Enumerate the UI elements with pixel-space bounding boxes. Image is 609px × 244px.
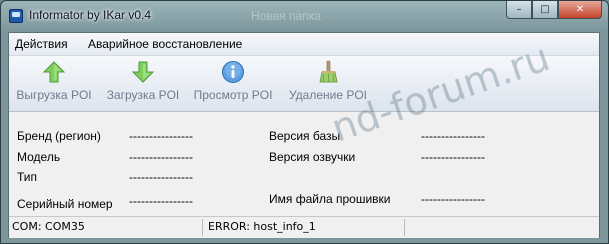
delete-poi-button[interactable]: Удаление POI <box>283 60 373 102</box>
background-window-title: Новая папка <box>251 9 321 23</box>
brand-label: Бренд (регион) <box>17 129 101 143</box>
delete-poi-label: Удаление POI <box>288 88 368 102</box>
menu-bar: Действия Аварийное восстановление <box>9 33 599 56</box>
brand-value: ---------------- <box>129 129 193 143</box>
db-version-label: Версия базы <box>269 129 341 143</box>
status-separator <box>404 219 405 236</box>
model-value: ---------------- <box>129 150 193 164</box>
export-poi-label: Выгрузка POI <box>16 88 92 102</box>
maximize-button[interactable]: □ <box>532 1 558 19</box>
firmware-file-label: Имя файла прошивки <box>269 192 391 206</box>
firmware-file-value: ---------------- <box>421 192 485 206</box>
minimize-button[interactable]: – <box>506 1 532 19</box>
import-poi-button[interactable]: Загрузка POI <box>100 60 186 102</box>
status-port: COM: COM35 <box>12 220 85 233</box>
db-version-value: ---------------- <box>421 129 485 143</box>
type-value: ---------------- <box>129 170 193 184</box>
status-separator <box>202 219 203 236</box>
title-bar[interactable]: Informator by IKar v0.4 Новая папка – □ … <box>1 1 608 31</box>
view-poi-label: Просмотр POI <box>193 88 273 102</box>
status-bar: COM: COM35 ERROR: host_info_1 <box>9 216 599 238</box>
status-error: ERROR: host_info_1 <box>208 220 316 233</box>
model-label: Модель <box>17 150 61 164</box>
export-poi-button[interactable]: Выгрузка POI <box>11 60 97 102</box>
arrow-down-icon <box>131 61 155 83</box>
voice-version-value: ---------------- <box>421 150 485 164</box>
type-label: Тип <box>17 170 38 184</box>
client-area: Действия Аварийное восстановление Выгруз… <box>8 32 600 238</box>
broom-icon <box>319 60 338 83</box>
menu-emergency-recovery[interactable]: Аварийное восстановление <box>88 37 242 51</box>
import-poi-label: Загрузка POI <box>106 88 180 102</box>
info-icon <box>222 61 244 83</box>
menu-actions[interactable]: Действия <box>15 37 68 51</box>
caption-buttons: – □ ✕ <box>506 1 602 20</box>
serial-number-value: ---------------- <box>129 194 193 208</box>
window-title: Informator by IKar v0.4 <box>29 8 152 22</box>
toolbar: Выгрузка POI Загрузка POI Просмотр POI У… <box>9 56 599 112</box>
close-button[interactable]: ✕ <box>558 1 602 19</box>
view-poi-button[interactable]: Просмотр POI <box>190 60 276 102</box>
app-window: Informator by IKar v0.4 Новая папка – □ … <box>0 0 609 244</box>
serial-number-label: Серийный номер <box>17 197 113 211</box>
device-info-panel: Бренд (регион) ---------------- Модель -… <box>9 112 599 216</box>
app-icon <box>9 9 23 23</box>
voice-version-label: Версия озвучки <box>269 150 356 164</box>
arrow-up-icon <box>42 61 66 83</box>
